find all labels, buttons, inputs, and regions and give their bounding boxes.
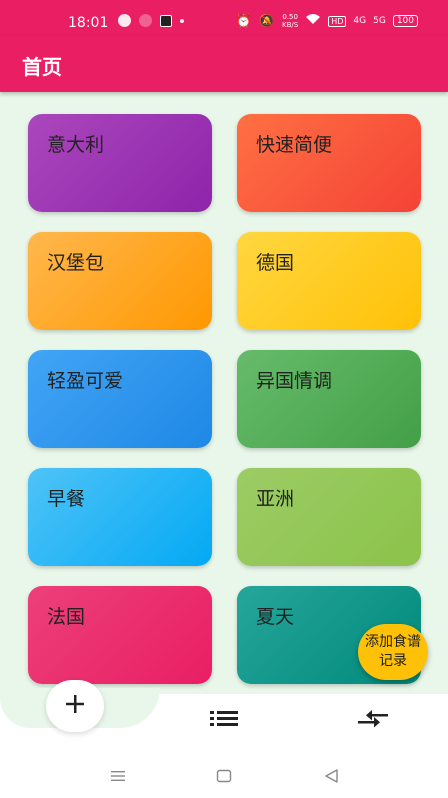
page-title: 首页 xyxy=(22,55,62,79)
status-bar: 18:01 ⏰ 🔕 0.50 KB/S HD 4G 5G 100 xyxy=(0,0,448,36)
notification-game-icon xyxy=(139,14,152,27)
category-card-light-lovely[interactable]: 轻盈可爱 xyxy=(28,350,212,448)
category-label: 德国 xyxy=(256,252,295,274)
category-card-germany[interactable]: 德国 xyxy=(237,232,421,330)
category-label: 亚洲 xyxy=(256,488,295,510)
battery-icon: 100 xyxy=(392,15,418,27)
status-time: 18:01 xyxy=(68,15,109,31)
fab-label: 添加食谱记录 xyxy=(365,634,421,669)
category-card-hamburger[interactable]: 汉堡包 xyxy=(28,232,212,330)
add-recipe-record-button[interactable]: 添加食谱记录 xyxy=(358,624,428,680)
system-status-icons: ⏰ 🔕 0.50 KB/S HD 4G 5G 100 xyxy=(236,13,418,29)
category-label: 法国 xyxy=(47,606,86,628)
category-label: 意大利 xyxy=(47,134,105,156)
net-speed: 0.50 KB/S xyxy=(282,13,299,29)
wifi-icon xyxy=(305,13,321,29)
category-label: 早餐 xyxy=(47,488,86,510)
notification-app-icon xyxy=(118,14,131,27)
compare-arrows-icon xyxy=(356,710,390,734)
alarm-icon: ⏰ xyxy=(235,13,252,29)
more-notifications-dot-icon xyxy=(180,18,184,23)
notification-icons xyxy=(118,14,184,27)
nav-compare-button[interactable] xyxy=(356,708,390,730)
category-card-italy[interactable]: 意大利 xyxy=(28,114,212,212)
category-card-exotic[interactable]: 异国情调 xyxy=(237,350,421,448)
list-icon xyxy=(208,711,240,732)
system-nav-bar xyxy=(0,754,448,798)
category-label: 快速简便 xyxy=(256,134,333,156)
hd-badge: HD xyxy=(328,15,347,27)
bottom-nav xyxy=(0,680,448,754)
category-label: 汉堡包 xyxy=(47,252,105,274)
category-card-france[interactable]: 法国 xyxy=(28,586,212,684)
category-card-quick-easy[interactable]: 快速简便 xyxy=(237,114,421,212)
mute-icon: 🔕 xyxy=(258,13,276,29)
home-icon[interactable] xyxy=(214,766,234,786)
category-label: 异国情调 xyxy=(256,370,333,392)
tiktok-icon xyxy=(160,14,172,27)
signal-1-icon: 4G xyxy=(353,16,367,26)
category-label: 轻盈可爱 xyxy=(47,370,124,392)
app-bar: 首页 xyxy=(0,36,448,92)
plus-icon xyxy=(64,693,86,719)
category-label: 夏天 xyxy=(256,606,295,628)
category-card-asia[interactable]: 亚洲 xyxy=(237,468,421,566)
category-grid: 意大利 快速简便 汉堡包 德国 轻盈可爱 异国情调 早餐 亚洲 法国 夏天 xyxy=(0,92,448,700)
nav-add-button[interactable] xyxy=(46,680,104,732)
signal-2-icon: 5G xyxy=(373,16,386,26)
back-icon[interactable] xyxy=(322,766,342,786)
nav-list-button[interactable] xyxy=(208,708,240,728)
category-card-breakfast[interactable]: 早餐 xyxy=(28,468,212,566)
menu-icon[interactable] xyxy=(108,766,128,786)
